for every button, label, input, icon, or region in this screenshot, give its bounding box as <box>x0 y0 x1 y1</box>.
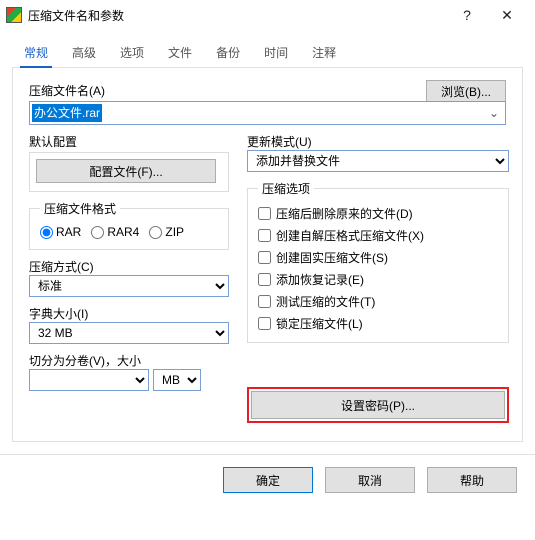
opt-test[interactable]: 测试压缩的文件(T) <box>258 293 498 310</box>
tab-advanced[interactable]: 高级 <box>60 38 108 67</box>
format-group: 压缩文件格式 RAR RAR4 ZIP <box>29 200 229 250</box>
tab-options[interactable]: 选项 <box>108 38 156 67</box>
update-label: 更新模式(U) <box>247 135 312 149</box>
help-button-bottom[interactable]: 帮助 <box>427 467 517 493</box>
tab-backup[interactable]: 备份 <box>204 38 252 67</box>
password-highlight: 设置密码(P)... <box>247 387 509 423</box>
tab-strip: 常规 高级 选项 文件 备份 时间 注释 <box>12 38 523 68</box>
tab-comment[interactable]: 注释 <box>300 38 348 67</box>
opt-sfx[interactable]: 创建自解压格式压缩文件(X) <box>258 227 498 244</box>
app-icon <box>6 7 22 23</box>
chevron-down-icon[interactable]: ⌄ <box>485 104 503 122</box>
method-label: 压缩方式(C) <box>29 260 94 274</box>
close-button[interactable]: ✕ <box>487 0 527 30</box>
opt-lock[interactable]: 锁定压缩文件(L) <box>258 315 498 332</box>
window-title: 压缩文件名和参数 <box>28 7 447 24</box>
ok-button[interactable]: 确定 <box>223 467 313 493</box>
archive-name-input[interactable]: 办公文件.rar ⌄ <box>29 101 506 125</box>
update-mode-select[interactable]: 添加并替换文件 <box>247 150 509 172</box>
opt-recovery[interactable]: 添加恢复记录(E) <box>258 271 498 288</box>
format-rar4[interactable]: RAR4 <box>91 225 139 239</box>
options-group-label: 压缩选项 <box>258 180 314 197</box>
format-zip[interactable]: ZIP <box>149 225 184 239</box>
format-group-label: 压缩文件格式 <box>40 200 120 217</box>
profiles-button[interactable]: 配置文件(F)... <box>36 159 216 183</box>
help-button[interactable]: ? <box>447 0 487 30</box>
browse-button[interactable]: 浏览(B)... <box>426 80 506 102</box>
tab-panel-general: 浏览(B)... 压缩文件名(A) 办公文件.rar ⌄ 默认配置 配置文件(F… <box>12 68 523 442</box>
tab-time[interactable]: 时间 <box>252 38 300 67</box>
set-password-button[interactable]: 设置密码(P)... <box>251 391 505 419</box>
options-group: 压缩选项 压缩后删除原来的文件(D) 创建自解压格式压缩文件(X) 创建固实压缩… <box>247 180 509 343</box>
split-unit-select[interactable]: MB <box>153 369 201 391</box>
cancel-button[interactable]: 取消 <box>325 467 415 493</box>
archive-name-value: 办公文件.rar <box>32 104 102 122</box>
dialog-buttons: 确定 取消 帮助 <box>0 454 535 509</box>
dict-select[interactable]: 32 MB <box>29 322 229 344</box>
tab-files[interactable]: 文件 <box>156 38 204 67</box>
method-select[interactable]: 标准 <box>29 275 229 297</box>
titlebar: 压缩文件名和参数 ? ✕ <box>0 0 535 30</box>
profile-group-label: 默认配置 <box>29 135 77 149</box>
split-size-input[interactable] <box>29 369 149 391</box>
format-rar[interactable]: RAR <box>40 225 81 239</box>
dict-label: 字典大小(I) <box>29 307 88 321</box>
split-label: 切分为分卷(V)，大小 <box>29 354 141 368</box>
opt-solid[interactable]: 创建固实压缩文件(S) <box>258 249 498 266</box>
opt-delete-after[interactable]: 压缩后删除原来的文件(D) <box>258 205 498 222</box>
tab-general[interactable]: 常规 <box>12 38 60 67</box>
